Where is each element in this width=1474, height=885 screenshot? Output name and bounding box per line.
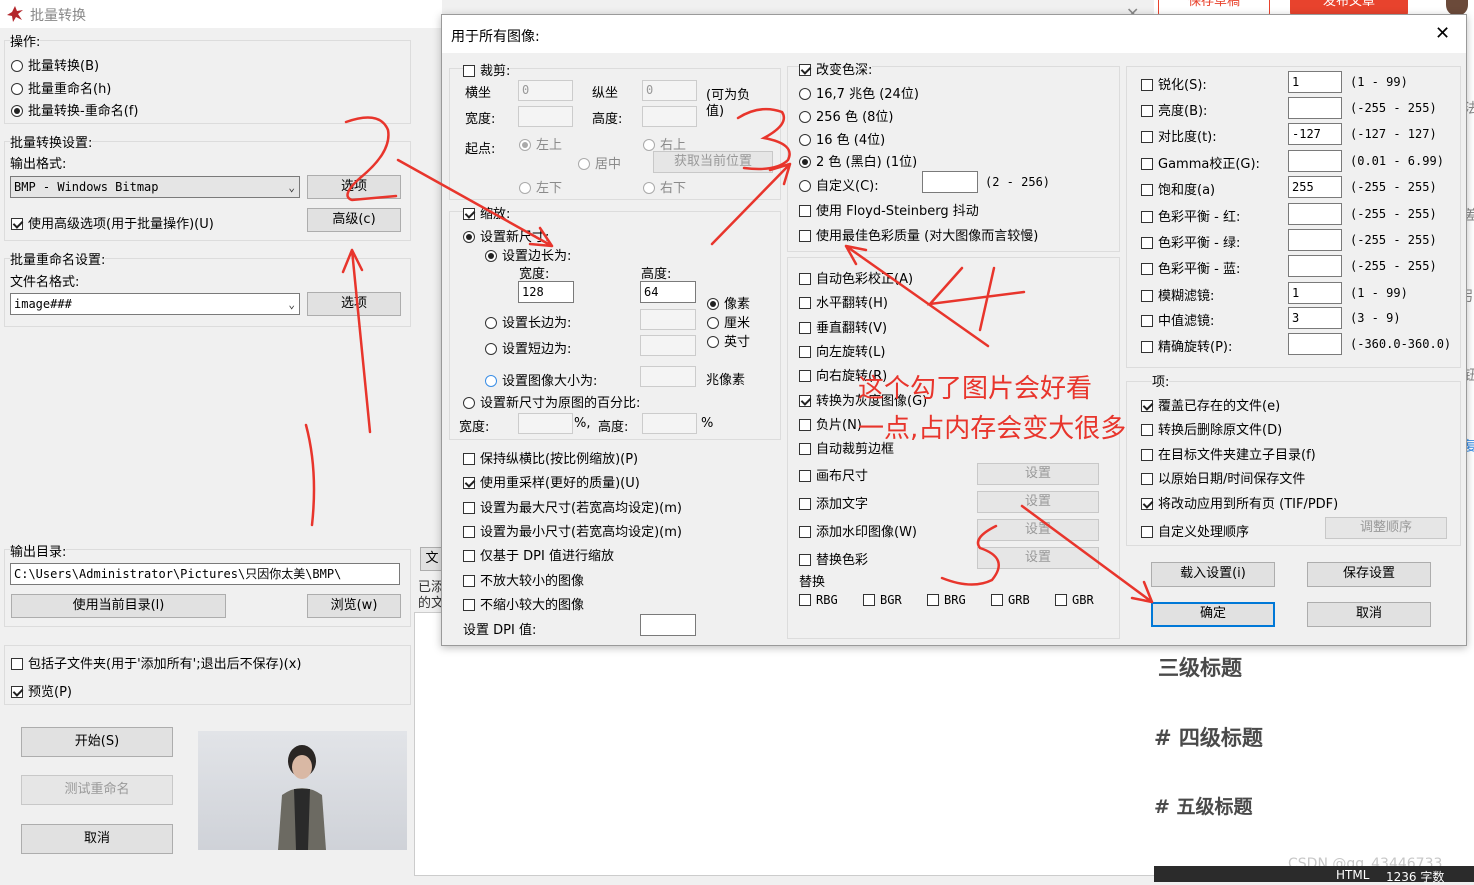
arrow-2-icon [396,158,554,248]
arrow-1-icon [341,248,372,434]
annotation-note-line-1: 这个勾了图片会好看 [858,374,1093,404]
annotation-note-line-2: 一点,占内存会变大很多 [858,414,1127,444]
digit-3-stroke [736,107,791,171]
digit-4-stroke [926,266,1026,332]
arrow-4-icon [844,244,990,348]
annotation-strokes [304,107,1154,604]
digit-2-stroke [344,116,398,202]
arrow-3-icon [710,162,792,246]
arrow-5-icon [1020,504,1154,604]
digit-5-stroke [940,524,1000,586]
digit-1-stroke [304,423,316,527]
